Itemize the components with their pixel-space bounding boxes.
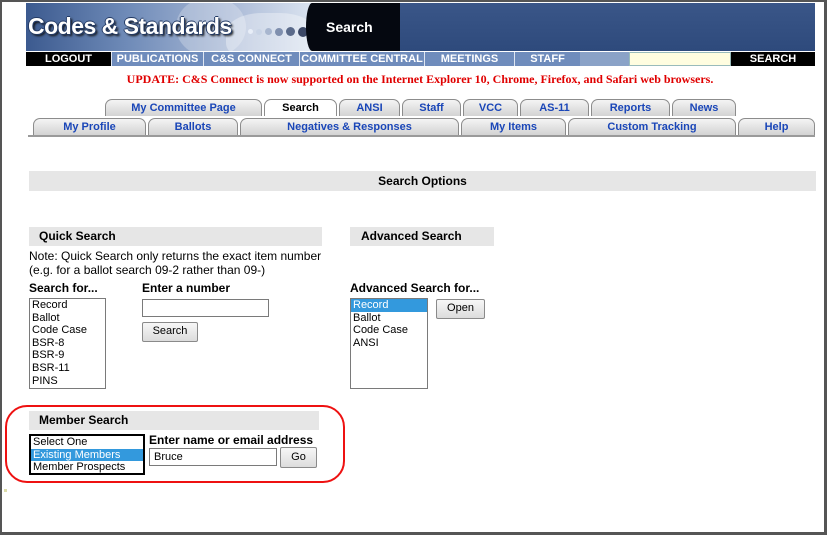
tab-my-profile[interactable]: My Profile xyxy=(33,118,146,135)
nav-cs-connect[interactable]: C&S CONNECT xyxy=(203,52,299,66)
tab-as-11[interactable]: AS-11 xyxy=(520,99,589,116)
nav-committee-central[interactable]: COMMITTEE CENTRAL xyxy=(299,52,424,66)
nav-publications[interactable]: PUBLICATIONS xyxy=(111,52,203,66)
page-heading: Search xyxy=(326,19,373,35)
nav-logout[interactable]: LOGOUT xyxy=(26,52,111,66)
tab-news[interactable]: News xyxy=(672,99,736,116)
header-search-input[interactable] xyxy=(629,52,731,66)
update-notice: UPDATE: C&S Connect is now supported on … xyxy=(126,72,714,86)
highlight-annotation xyxy=(5,405,345,483)
tab-ansi[interactable]: ANSI xyxy=(339,99,400,116)
tab-custom-tracking[interactable]: Custom Tracking xyxy=(568,118,736,135)
tab-search[interactable]: Search xyxy=(264,99,337,116)
list-item[interactable]: Code Case xyxy=(30,324,105,337)
site-title: Codes & Standards xyxy=(28,13,232,39)
stray-mark xyxy=(4,489,7,492)
quick-search-button[interactable]: Search xyxy=(142,322,198,342)
list-item[interactable]: BSR-9 xyxy=(30,349,105,362)
number-input[interactable] xyxy=(142,299,269,317)
list-item[interactable]: Code Case xyxy=(351,324,427,337)
tab-reports[interactable]: Reports xyxy=(591,99,670,116)
tab-divider xyxy=(28,135,815,137)
open-button[interactable]: Open xyxy=(436,299,485,319)
nav-meetings[interactable]: MEETINGS xyxy=(424,52,514,66)
quick-search-note-line1: Note: Quick Search only returns the exac… xyxy=(29,249,322,263)
decorative-dots-icon xyxy=(248,24,311,38)
top-navigation: LOGOUT PUBLICATIONS C&S CONNECT COMMITTE… xyxy=(26,51,815,66)
tab-help[interactable]: Help xyxy=(738,118,815,135)
list-item-selected[interactable]: Record xyxy=(351,299,427,312)
tab-my-items[interactable]: My Items xyxy=(461,118,566,135)
advanced-search-for-label: Advanced Search for... xyxy=(350,281,480,295)
header-search-button[interactable]: SEARCH xyxy=(731,52,815,66)
list-item[interactable]: Ballot xyxy=(351,312,427,325)
tab-ballots[interactable]: Ballots xyxy=(148,118,238,135)
advanced-search-listbox[interactable]: Record Ballot Code Case ANSI xyxy=(350,298,428,389)
banner-fill xyxy=(400,3,815,51)
list-item[interactable]: PINS xyxy=(30,375,105,388)
list-item[interactable]: BSR-8 xyxy=(30,337,105,350)
list-item[interactable]: ANSI xyxy=(351,337,427,350)
tab-my-committee-page[interactable]: My Committee Page xyxy=(105,99,262,116)
nav-staff[interactable]: STAFF xyxy=(514,52,580,66)
list-item[interactable]: Record xyxy=(30,299,105,312)
header-banner: Codes & Standards Search xyxy=(26,3,815,51)
tab-negatives-responses[interactable]: Negatives & Responses xyxy=(240,118,459,135)
quick-search-heading: Quick Search xyxy=(29,227,322,246)
search-for-listbox[interactable]: Record Ballot Code Case BSR-8 BSR-9 BSR-… xyxy=(29,298,106,389)
enter-number-label: Enter a number xyxy=(142,281,231,295)
advanced-search-heading: Advanced Search xyxy=(350,227,494,246)
quick-search-note-line2: (e.g. for a ballot search 09-2 rather th… xyxy=(29,263,266,277)
tab-vcc[interactable]: VCC xyxy=(463,99,518,116)
list-item[interactable]: BSR-11 xyxy=(30,362,105,375)
search-options-heading: Search Options xyxy=(29,171,816,191)
search-for-label: Search for... xyxy=(29,281,98,295)
list-item[interactable]: Ballot xyxy=(30,312,105,325)
tab-staff[interactable]: Staff xyxy=(402,99,461,116)
